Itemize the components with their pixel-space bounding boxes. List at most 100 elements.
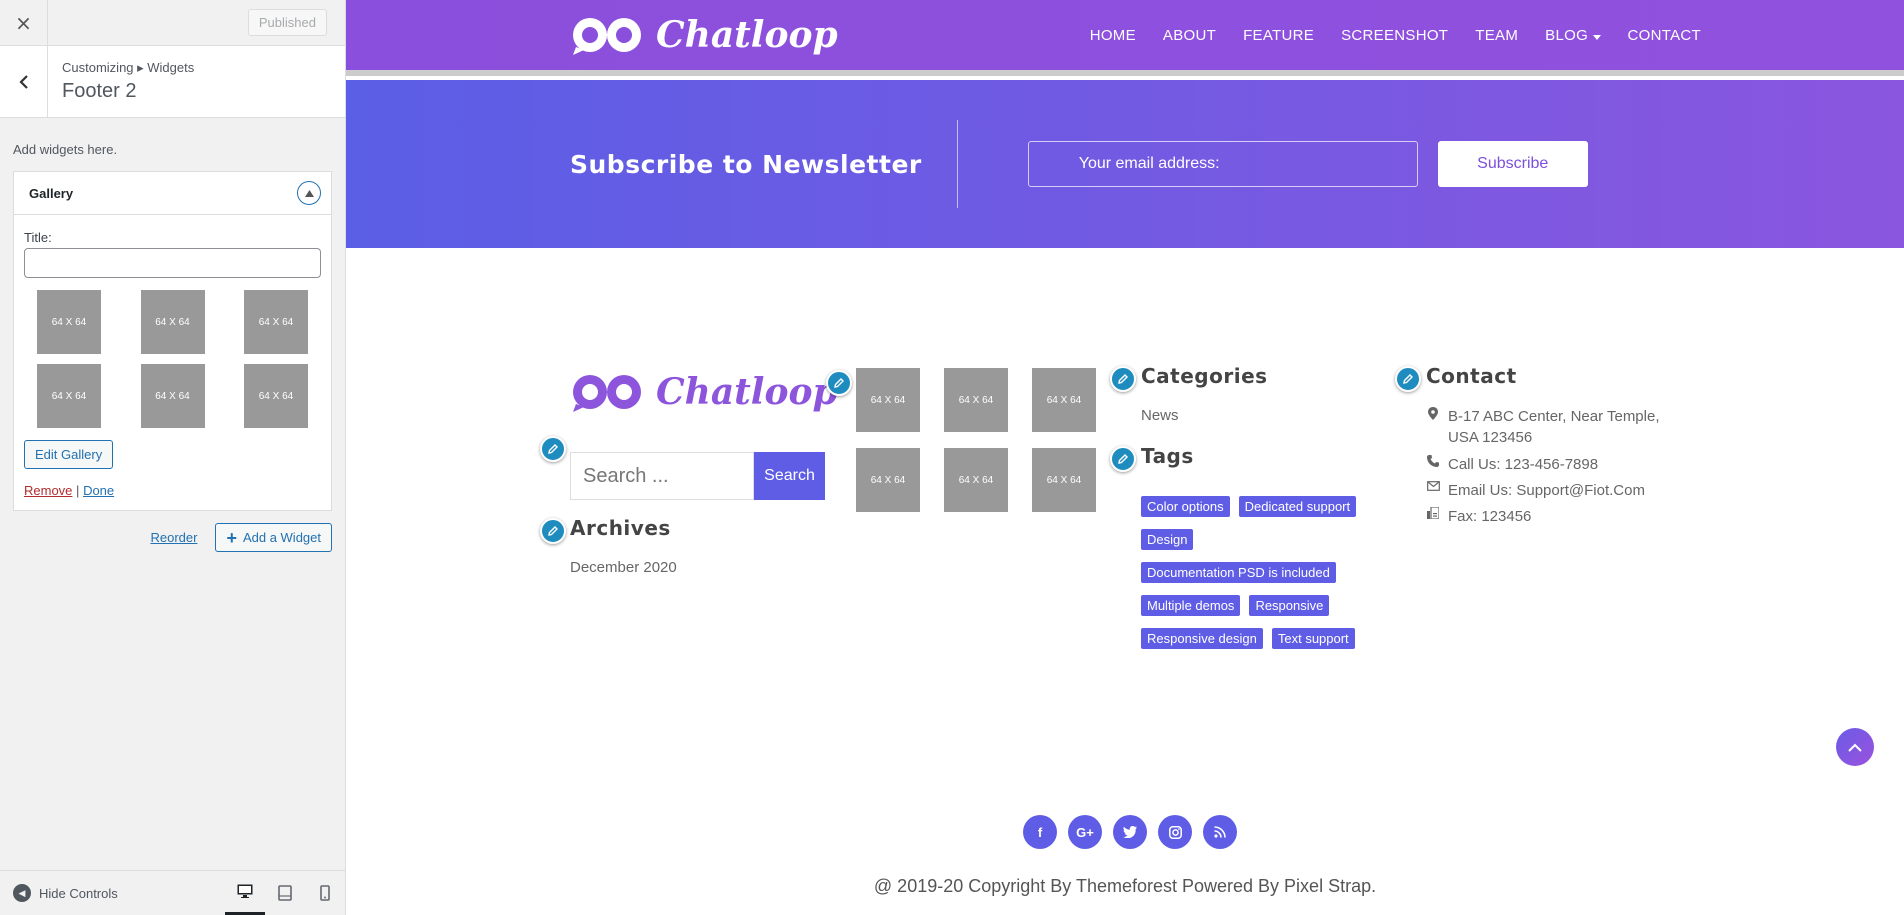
footer-gallery-thumb[interactable]: 64 X 64 [1032, 368, 1096, 432]
contact-phone-text: Call Us: 123-456-7898 [1448, 456, 1599, 473]
nav-item-blog[interactable]: BLOG [1545, 27, 1601, 44]
google-plus-link[interactable]: G+ [1068, 815, 1102, 849]
edit-gallery-button[interactable]: Edit Gallery [24, 440, 114, 469]
actions-separator: | [76, 483, 80, 498]
footer-gallery-thumb[interactable]: 64 X 64 [944, 448, 1008, 512]
title-field-input[interactable] [24, 248, 321, 278]
arrow-left-circle-icon: ◀ [13, 884, 31, 902]
edit-gallery-widget-shortcut[interactable] [826, 370, 852, 396]
fax-icon [1426, 507, 1440, 519]
edit-search-widget-shortcut[interactable] [540, 436, 566, 462]
contact-email: Email Us: Support@Fiot.Com [1426, 480, 1645, 501]
tag-cloud: Color options Dedicated support Design D… [1141, 496, 1381, 649]
device-preview-switcher [225, 871, 345, 915]
gallery-widget: Gallery Title: 64 X 64 64 X 64 64 X 64 6… [13, 171, 332, 511]
nav-item-home[interactable]: HOME [1090, 27, 1136, 44]
mobile-icon [320, 885, 330, 901]
customizer-sidebar: × Published Customizing ▸ Widgets Footer… [0, 0, 346, 915]
desktop-icon [237, 884, 253, 898]
preview-mobile-button[interactable] [305, 871, 345, 915]
tag-link[interactable]: Responsive design [1141, 628, 1263, 649]
chatloop-logo-icon [573, 375, 641, 412]
edit-categories-widget-shortcut[interactable] [1110, 366, 1136, 392]
widget-gallery-grid: 64 X 64 64 X 64 64 X 64 64 X 64 64 X 64 … [24, 278, 321, 428]
subscribe-button[interactable]: Subscribe [1437, 141, 1588, 187]
tablet-icon [278, 885, 292, 901]
collapse-widget-toggle[interactable] [297, 181, 321, 205]
nav-item-about[interactable]: ABOUT [1163, 27, 1216, 44]
back-button[interactable] [0, 46, 48, 117]
tag-link[interactable]: Dedicated support [1238, 496, 1357, 517]
footer-gallery-thumb[interactable]: 64 X 64 [856, 368, 920, 432]
published-button[interactable]: Published [247, 9, 327, 36]
tag-link[interactable]: Multiple demos [1141, 595, 1241, 616]
footer-logo[interactable]: Chatloop [570, 370, 838, 414]
hide-controls-button[interactable]: ◀ Hide Controls [0, 884, 118, 902]
customizer-footer: ◀ Hide Controls [0, 870, 345, 915]
categories-heading: Categories [1141, 364, 1268, 388]
pencil-icon [1118, 374, 1128, 384]
envelope-icon [1426, 481, 1440, 491]
instagram-icon [1168, 825, 1182, 839]
instagram-link[interactable] [1158, 815, 1192, 849]
gallery-widget-header[interactable]: Gallery [14, 172, 331, 215]
add-widget-label: Add a Widget [242, 530, 321, 545]
remove-widget-link[interactable]: Remove [24, 483, 72, 498]
widget-area-actions: Reorder + Add a Widget [0, 511, 345, 564]
contact-heading: Contact [1426, 364, 1517, 388]
tag-link[interactable]: Documentation PSD is included [1141, 562, 1336, 583]
pencil-icon [834, 378, 844, 388]
nav-item-feature[interactable]: FEATURE [1243, 27, 1314, 44]
pencil-icon [1118, 454, 1128, 464]
preview-tablet-button[interactable] [265, 871, 305, 915]
preview-desktop-button[interactable] [225, 871, 265, 915]
close-customizer-button[interactable]: × [0, 0, 48, 46]
edit-contact-widget-shortcut[interactable] [1395, 366, 1421, 392]
site-logo[interactable]: Chatloop [570, 13, 838, 57]
triangle-up-icon [304, 189, 314, 197]
title-field-label: Title: [24, 230, 52, 245]
chevron-up-icon [1848, 743, 1862, 752]
nav-item-contact[interactable]: CONTACT [1628, 27, 1701, 44]
site-preview: Chatloop HOME ABOUT FEATURE SCREENSHOT T… [346, 0, 1904, 915]
widget-actions: Remove | Done [24, 483, 321, 498]
contact-address-line-2: USA 123456 [1448, 429, 1533, 446]
section-title: Footer 2 [62, 80, 137, 102]
edit-tags-widget-shortcut[interactable] [1110, 446, 1136, 472]
gallery-thumb: 64 X 64 [140, 290, 205, 354]
done-widget-link[interactable]: Done [83, 483, 114, 498]
gallery-thumb: 64 X 64 [244, 364, 308, 428]
nav-item-screenshot[interactable]: SCREENSHOT [1341, 27, 1448, 44]
reorder-link[interactable]: Reorder [150, 530, 197, 545]
footer-gallery-thumb[interactable]: 64 X 64 [856, 448, 920, 512]
newsletter-title: Subscribe to Newsletter [570, 149, 922, 179]
pencil-icon [1403, 374, 1413, 384]
footer-gallery-thumb[interactable]: 64 X 64 [944, 368, 1008, 432]
tag-link[interactable]: Color options [1141, 496, 1230, 517]
rss-link[interactable] [1203, 815, 1237, 849]
map-marker-icon [1426, 407, 1440, 420]
tag-link[interactable]: Responsive [1249, 595, 1330, 616]
archive-link[interactable]: December 2020 [570, 559, 677, 576]
widget-title: Gallery [29, 185, 74, 201]
close-icon: × [15, 10, 32, 35]
back-to-top-button[interactable] [1836, 728, 1874, 766]
twitter-link[interactable] [1113, 815, 1147, 849]
add-widget-button[interactable]: + Add a Widget [215, 523, 332, 552]
newsletter-section: Subscribe to Newsletter Your email addre… [346, 80, 1904, 248]
nav-item-team[interactable]: TEAM [1475, 27, 1518, 44]
contact-email-text: Email Us: Support@Fiot.Com [1448, 482, 1645, 499]
breadcrumb: Customizing ▸ Widgets [62, 60, 195, 75]
pencil-icon [548, 526, 558, 536]
tag-link[interactable]: Design [1141, 529, 1194, 550]
footer-search-input[interactable]: Search ... [570, 452, 754, 500]
edit-archives-widget-shortcut[interactable] [540, 518, 566, 544]
phone-icon [1426, 455, 1440, 467]
tag-link[interactable]: Text support [1271, 628, 1355, 649]
footer-search-button[interactable]: Search [754, 452, 825, 500]
category-link[interactable]: News [1141, 407, 1179, 424]
facebook-link[interactable]: f [1023, 815, 1057, 849]
newsletter-email-input[interactable]: Your email address: [1027, 141, 1418, 187]
footer-gallery-thumb[interactable]: 64 X 64 [1032, 448, 1096, 512]
newsletter-divider [956, 120, 958, 208]
